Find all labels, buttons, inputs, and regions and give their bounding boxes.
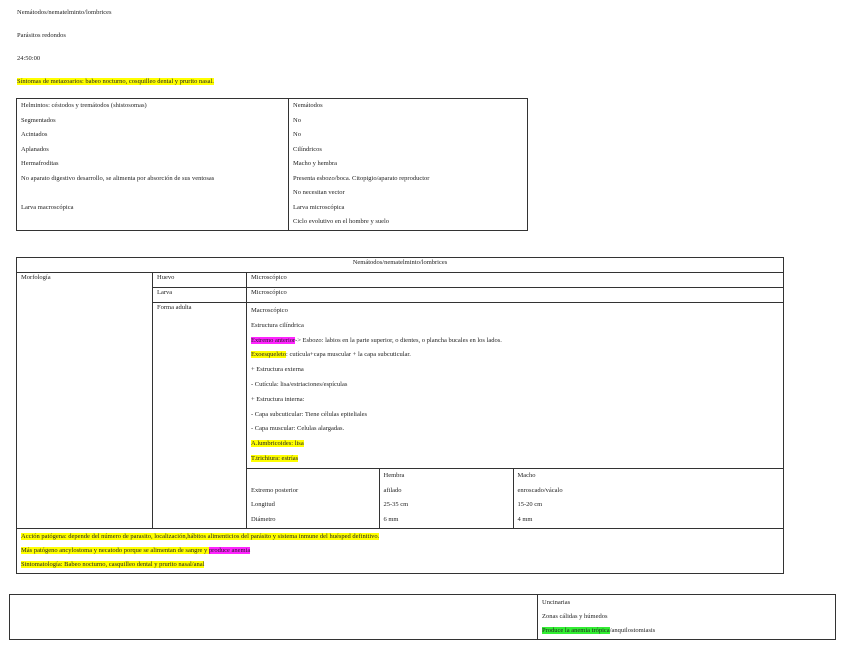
- uncinarias-cell: Uncinarias Zonas cálidas y húmedos Produ…: [537, 594, 836, 640]
- comparison-left-cell: Larva macroscópica: [16, 200, 289, 215]
- anemia-tropica-highlight: Produce la anemia trópica: [542, 627, 610, 634]
- comparison-left-cell: Hermafroditas: [16, 157, 289, 172]
- huevo-value: Microscópico: [246, 272, 784, 288]
- accion-patogena: Acción patógena: depende del número de p…: [21, 530, 779, 544]
- nematode-table-title: Nemátodos/nematelminto/lombrices: [16, 257, 784, 273]
- comparison-right-cell: No necesitan vector: [293, 189, 345, 197]
- comparison-row: Segmentados No: [16, 113, 528, 128]
- comparison-row: Ciclo evolutivo en el hombre y suelo: [16, 215, 528, 230]
- adulta-macro: Macroscópico: [251, 307, 288, 314]
- sex-table-cell: Longitud: [251, 501, 275, 509]
- adulta-details: Macroscópico Estructura cilíndrica Extre…: [246, 302, 784, 529]
- sex-table-cell: 4 mm: [512, 513, 783, 528]
- adulta-estructura: Estructura cilíndrica: [251, 321, 304, 329]
- comparison-row: Acintados No: [16, 128, 528, 143]
- uncinarias-zonas: Zonas cálidas y húmedos: [542, 613, 608, 620]
- lumbricoides-highlight: A.lumbricoides: lisa: [251, 440, 304, 448]
- comparison-row: Hermafroditas Macho y hembra: [16, 157, 528, 172]
- sex-table-cell: Diámetro: [251, 516, 276, 524]
- larva-value: Microscópico: [246, 287, 784, 303]
- comparison-right-cell: No: [293, 116, 301, 124]
- comparison-left-cell: Acintados: [16, 128, 289, 143]
- comparison-row: Helmintos: céstodos y tremátodos (shisto…: [16, 98, 528, 114]
- document-subtitle: Parásitos redondos: [17, 32, 66, 39]
- timestamp: 24:50:00: [17, 55, 41, 62]
- extremo-text: -> Esbozo: labios en la parte superior, …: [295, 336, 502, 344]
- comparison-left-cell: Helmintos: céstodos y tremátodos (shisto…: [16, 98, 289, 114]
- adulta-subcuticular: - Capa subcuticular: Tiene células epite…: [251, 410, 368, 418]
- sex-table-cell: 25-35 cm: [378, 498, 513, 514]
- comparison-left-cell: No aparato digestivo desarrollo, se alim…: [16, 171, 289, 186]
- comparison-left-cell: [16, 215, 289, 230]
- huevo-label: Huevo: [152, 272, 247, 288]
- comparison-right-cell: Cilíndricos: [293, 145, 322, 153]
- comparison-right-cell: No: [293, 131, 301, 139]
- adulta-lumbricoides: A.lumbricoides: lisa: [251, 437, 779, 452]
- comparison-row: Larva macroscópica Larva microscópica: [16, 200, 528, 215]
- sex-table-row: Diámetro 6 mm 4 mm: [247, 513, 783, 528]
- symptoms-note: Síntomas de metazoarios: babeo nocturno,…: [17, 78, 214, 86]
- mas-patogeno: Más patógeno ancylostoma y necatodo porq…: [21, 544, 779, 558]
- adulta-label: Forma adulta: [152, 302, 247, 529]
- sex-comparison-table: Hembra Macho Extremo posterior afilado enros…: [247, 467, 783, 528]
- sex-table-cell: Extremo posterior: [251, 486, 299, 494]
- sintomatologia-highlight: Sintomatología: Babeo nocturno, casquill…: [21, 560, 205, 568]
- exo-highlight: Exoesqueleto: [251, 351, 287, 359]
- adulta-cuticula: - Cutícula: lisa/estriaciones/espículas: [251, 380, 348, 388]
- sex-table-cell: afilado: [378, 483, 513, 499]
- comparison-row: No aparato digestivo desarrollo, se alim…: [16, 171, 528, 186]
- anemia-highlight: produce anemia: [208, 546, 251, 554]
- adulta-extremo: Extremo anterior-> Esbozo: labios en la …: [251, 334, 779, 349]
- comparison-table: Helmintos: céstodos y tremátodos (shisto…: [16, 98, 528, 231]
- uncinarias-table: Uncinarias Zonas cálidas y húmedos Produ…: [9, 594, 836, 640]
- nematode-footer: Acción patógena: depende del número de p…: [16, 527, 784, 574]
- comparison-left-cell: Segmentados: [16, 113, 289, 128]
- adulta-muscular: - Capa muscular: Celulas alargadas.: [251, 425, 345, 433]
- comparison-left-cell: [16, 186, 289, 201]
- adulta-externa: + Estructura externa: [251, 366, 304, 374]
- sex-table-header-cell: [247, 468, 379, 483]
- uncinarias-empty-cell: [9, 594, 538, 640]
- sex-table-row: Longitud 25-35 cm 15-20 cm: [247, 498, 783, 514]
- adulta-interna: + Estructura interna:: [251, 395, 305, 403]
- symptoms-highlight: Síntomas de metazoarios: babeo nocturno,…: [17, 78, 214, 85]
- patogeno-highlight: Más patógeno ancylostoma y necatodo porq…: [21, 546, 209, 554]
- exo-text: : cutícula+capa muscular + la capa subcu…: [286, 351, 411, 359]
- sex-table-row: Extremo posterior afilado enroscado/vácalo: [247, 483, 783, 499]
- larva-label: Larva: [152, 287, 247, 303]
- comparison-right-cell: Presenta esbozo/boca. Citopigio/aparato …: [293, 174, 430, 182]
- trichiura-highlight: T.trichiura: estrías: [251, 454, 299, 462]
- sex-table-cell: enroscado/vácalo: [512, 483, 783, 499]
- anquilostomiasis-text: /anquilostomiasis: [609, 627, 656, 634]
- comparison-row: No necesitan vector: [16, 186, 528, 201]
- morfologia-label: Morfología: [16, 272, 153, 529]
- comparison-right-cell: Ciclo evolutivo en el hombre y suelo: [293, 218, 390, 226]
- sex-table-cell: 15-20 cm: [512, 498, 783, 514]
- uncinarias-title: Uncinarias: [542, 599, 571, 606]
- comparison-left-cell: Aplanados: [16, 142, 289, 157]
- adulta-trichiura: T.trichiura: estrías: [251, 452, 779, 467]
- sex-table-header-cell: Macho: [512, 468, 783, 484]
- sex-table-header-cell: Hembra: [378, 468, 513, 484]
- comparison-right-cell: Larva microscópica: [293, 203, 345, 211]
- document-title: Nemátodos/nematelminto/lombrices: [17, 9, 112, 16]
- comparison-right-cell: Nemátodos: [293, 102, 323, 110]
- nematode-table: Nemátodos/nematelminto/lombrices Morfolo…: [16, 257, 784, 574]
- extremo-highlight: Extremo anterior: [251, 336, 296, 344]
- adulta-exoesqueleto: Exoesqueleto: cutícula+capa muscular + l…: [251, 348, 779, 363]
- sintomatologia: Sintomatología: Babeo nocturno, casquill…: [21, 558, 779, 572]
- comparison-row: Aplanados Cilíndricos: [16, 142, 528, 157]
- comparison-right-cell: Macho y hembra: [293, 160, 338, 168]
- accion-highlight: Acción patógena: depende del número de p…: [21, 532, 380, 540]
- sex-table-header: Hembra Macho: [247, 468, 783, 484]
- uncinarias-anemia: Produce la anemia trópica/anquilostomias…: [542, 624, 831, 638]
- sex-table-cell: 6 mm: [378, 513, 513, 528]
